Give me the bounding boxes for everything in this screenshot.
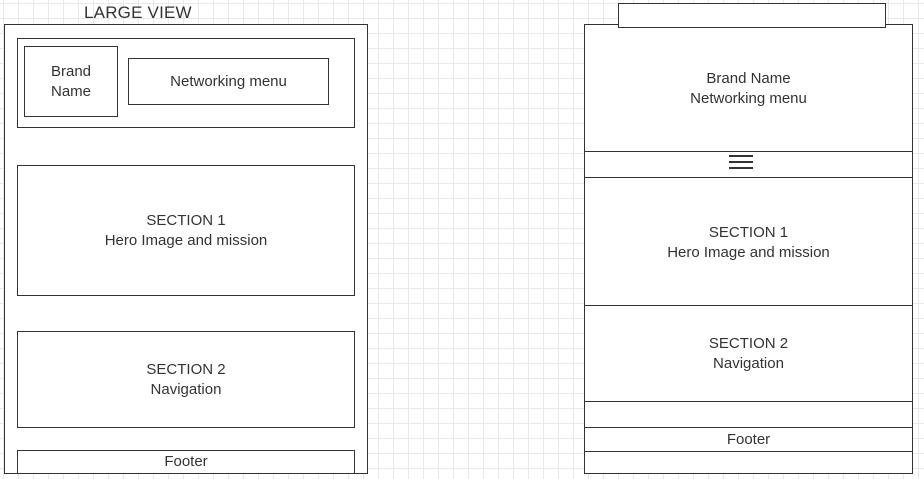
large-footer-label: Footer [164, 453, 208, 470]
small-section-2-title: SECTION 2 [708, 335, 789, 352]
small-networking-menu-label: Networking menu [690, 90, 807, 107]
large-section-2-label: SECTION 2 Navigation [17, 360, 355, 400]
large-brand-line-1: Brand [50, 63, 92, 80]
large-section-2-title: SECTION 2 [146, 361, 226, 378]
large-brand-label: Brand Name [24, 62, 118, 102]
large-section-1-subtitle: Hero Image and mission [104, 232, 268, 249]
small-section-2-subtitle: Navigation [713, 355, 784, 372]
small-section-1-label: SECTION 1 Hero Image and mission [584, 223, 913, 263]
small-section-1-title: SECTION 1 [708, 224, 789, 241]
large-networking-menu-label: Networking menu [170, 73, 287, 90]
large-view-title: LARGE VIEW [84, 3, 192, 22]
small-top-bar [618, 3, 886, 28]
small-section-divider [584, 305, 913, 306]
large-section-2-subtitle: Navigation [150, 381, 222, 398]
large-section-1-title: SECTION 1 [146, 212, 226, 229]
small-brand-name: Brand Name [706, 70, 791, 87]
small-footer-label: Footer [726, 431, 771, 448]
small-section-2-label: SECTION 2 Navigation [584, 334, 913, 374]
small-spacer-row [584, 401, 913, 428]
large-section-1-label: SECTION 1 Hero Image and mission [17, 211, 355, 251]
hamburger-icon[interactable] [729, 155, 753, 171]
small-section-1-subtitle: Hero Image and mission [667, 244, 830, 261]
small-header-label: Brand Name Networking menu [584, 69, 913, 109]
large-brand-line-2: Name [50, 83, 91, 100]
